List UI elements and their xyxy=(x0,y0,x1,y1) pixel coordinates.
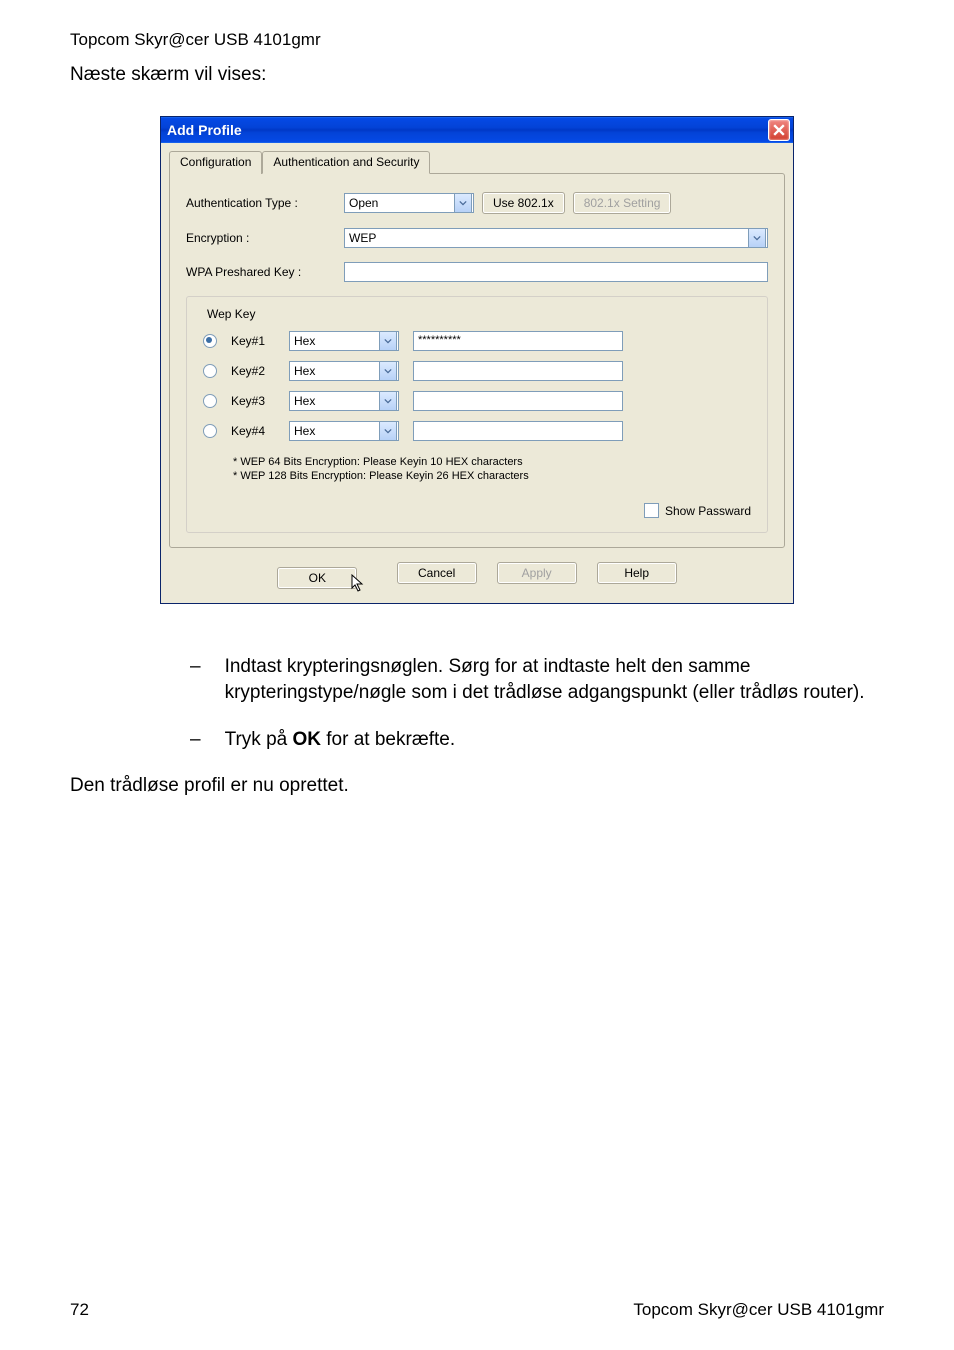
bullet-1: – Indtast krypteringsnøglen. Sørg for at… xyxy=(190,654,890,705)
key3-input[interactable] xyxy=(413,391,623,411)
intro-text: Næste skærm vil vises: xyxy=(70,64,884,86)
apply-button: Apply xyxy=(497,562,577,584)
radio-key1[interactable] xyxy=(203,334,217,348)
chevron-down-icon[interactable] xyxy=(379,421,397,441)
wep-key-group: Wep Key Key#1 Hex ********** xyxy=(186,296,768,533)
key4-format: Hex xyxy=(294,424,315,438)
wep-legend: Wep Key xyxy=(203,307,259,321)
key2-format: Hex xyxy=(294,364,315,378)
add-profile-dialog: Add Profile Configuration Authentication… xyxy=(160,116,794,604)
help-button[interactable]: Help xyxy=(597,562,677,584)
encryption-select[interactable]: WEP xyxy=(344,228,768,248)
footer-product: Topcom Skyr@cer USB 4101gmr xyxy=(633,1300,884,1320)
key-label: Key#1 xyxy=(231,334,275,348)
key2-format-select[interactable]: Hex xyxy=(289,361,399,381)
auth-type-value: Open xyxy=(349,196,378,210)
show-password-label: Show Passward xyxy=(665,504,751,518)
radio-key2[interactable] xyxy=(203,364,217,378)
key-label: Key#2 xyxy=(231,364,275,378)
encryption-value: WEP xyxy=(349,231,376,245)
show-password-checkbox[interactable] xyxy=(644,503,659,518)
wep-key-row: Key#4 Hex xyxy=(203,421,751,441)
chevron-down-icon[interactable] xyxy=(748,228,766,248)
tab-configuration[interactable]: Configuration xyxy=(169,151,262,174)
tab-auth-security[interactable]: Authentication and Security xyxy=(262,151,430,174)
chevron-down-icon[interactable] xyxy=(379,331,397,351)
closing-text: Den trådløse profil er nu oprettet. xyxy=(70,775,884,797)
product-header: Topcom Skyr@cer USB 4101gmr xyxy=(70,30,884,50)
key4-input[interactable] xyxy=(413,421,623,441)
wep-key-row: Key#3 Hex xyxy=(203,391,751,411)
radio-key4[interactable] xyxy=(203,424,217,438)
key-label: Key#4 xyxy=(231,424,275,438)
key3-format: Hex xyxy=(294,394,315,408)
auth-type-select[interactable]: Open xyxy=(344,193,474,213)
key4-format-select[interactable]: Hex xyxy=(289,421,399,441)
page-number: 72 xyxy=(70,1300,89,1320)
cursor-icon xyxy=(351,574,367,597)
titlebar: Add Profile xyxy=(161,117,793,143)
dialog-title: Add Profile xyxy=(167,122,242,138)
key2-input[interactable] xyxy=(413,361,623,381)
wep-key-row: Key#1 Hex ********** xyxy=(203,331,751,351)
wep-hint: * WEP 64 Bits Encryption: Please Keyin 1… xyxy=(233,455,751,483)
key-label: Key#3 xyxy=(231,394,275,408)
bullet-2: – Tryk på OK for at bekræfte. xyxy=(190,727,890,753)
psk-input[interactable] xyxy=(344,262,768,282)
auth-type-label: Authentication Type : xyxy=(186,196,336,210)
close-icon[interactable] xyxy=(768,119,790,141)
use-8021x-button[interactable]: Use 802.1x xyxy=(482,192,565,214)
chevron-down-icon[interactable] xyxy=(454,193,472,213)
8021x-setting-button: 802.1x Setting xyxy=(573,192,672,214)
key1-format: Hex xyxy=(294,334,315,348)
chevron-down-icon[interactable] xyxy=(379,361,397,381)
key3-format-select[interactable]: Hex xyxy=(289,391,399,411)
chevron-down-icon[interactable] xyxy=(379,391,397,411)
radio-key3[interactable] xyxy=(203,394,217,408)
key1-input[interactable]: ********** xyxy=(413,331,623,351)
psk-label: WPA Preshared Key : xyxy=(186,265,336,279)
ok-button[interactable]: OK xyxy=(277,567,357,589)
encryption-label: Encryption : xyxy=(186,231,336,245)
wep-key-row: Key#2 Hex xyxy=(203,361,751,381)
key1-format-select[interactable]: Hex xyxy=(289,331,399,351)
cancel-button[interactable]: Cancel xyxy=(397,562,477,584)
